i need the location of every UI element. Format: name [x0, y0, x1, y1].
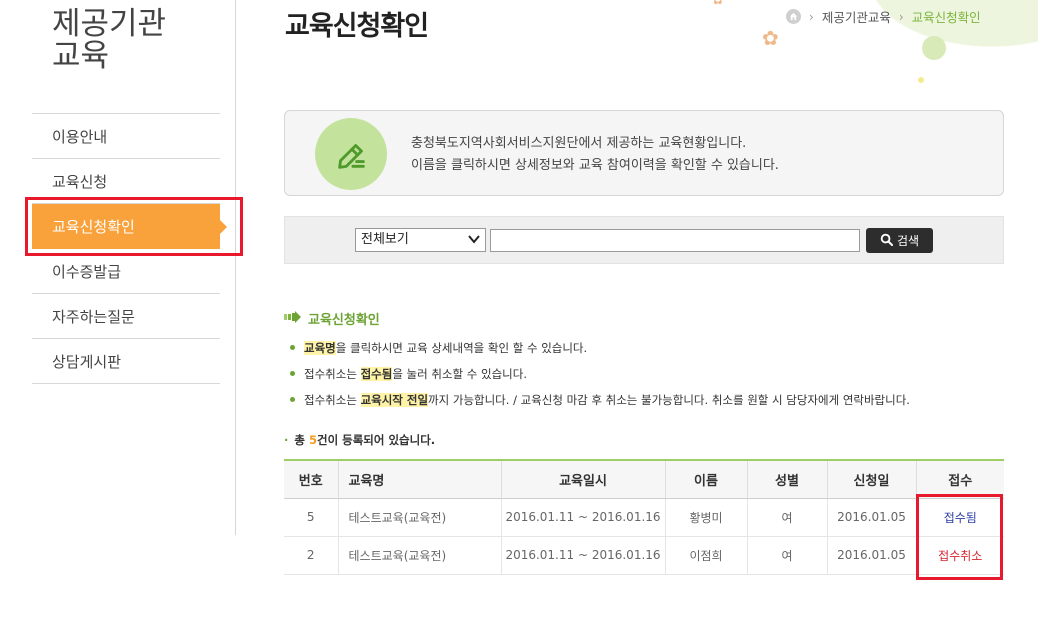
- column-header: 번호: [284, 459, 339, 499]
- sidebar-item-certificate[interactable]: 이수증발급: [32, 249, 220, 294]
- cell-person-name[interactable]: 이점희: [665, 536, 748, 575]
- cell-course-name[interactable]: 테스트교육(교육전): [338, 498, 502, 537]
- home-icon[interactable]: [786, 9, 801, 24]
- list-item: 접수취소는 교육시작 전일까지 가능합니다. / 교육신청 마감 후 취소는 불…: [290, 390, 910, 416]
- total-count: · 총 5건이 등록되어 있습니다.: [284, 432, 435, 448]
- cell-applied-date: 2016.01.05: [827, 498, 917, 537]
- flower-icon: ✿: [762, 26, 779, 50]
- sidebar-divider: [235, 0, 236, 535]
- cell-period: 2016.01.11 ~ 2016.01.16: [501, 536, 666, 575]
- note-highlight: 교육시작 전일: [360, 393, 429, 407]
- note-text: 접수취소는: [304, 393, 361, 407]
- cell-applied-date: 2016.01.05: [827, 536, 917, 575]
- note-highlight: 접수됨: [360, 367, 393, 381]
- search-input[interactable]: [490, 229, 860, 252]
- decoration-dot: [918, 77, 924, 83]
- total-prefix: 총: [294, 433, 309, 447]
- status-received-link[interactable]: 접수됨: [944, 511, 977, 525]
- table-header-row: 번호 교육명 교육일시 이름 성별 신청일 접수: [284, 459, 1004, 499]
- breadcrumb-item[interactable]: 제공기관교육: [822, 7, 891, 26]
- breadcrumb-current: 교육신청확인: [911, 10, 981, 25]
- info-box: 충청북도지역사회서비스지원단에서 제공하는 교육현황입니다. 이름을 클릭하시면…: [284, 110, 1004, 196]
- info-text: 충청북도지역사회서비스지원단에서 제공하는 교육현황입니다. 이름을 클릭하시면…: [411, 133, 779, 177]
- search-category-select[interactable]: 전체보기: [355, 228, 486, 252]
- section-title: 교육신청확인: [284, 309, 380, 328]
- cell-number: 2: [284, 536, 339, 575]
- status-cancelled-link[interactable]: 접수취소: [938, 549, 982, 563]
- page-title: 교육신청확인: [285, 11, 429, 42]
- column-header: 접수: [916, 459, 1004, 499]
- cell-number: 5: [284, 498, 339, 537]
- cell-status: 접수취소: [916, 536, 1004, 575]
- breadcrumb-separator: ›: [898, 9, 904, 24]
- column-header: 성별: [747, 459, 828, 499]
- cell-person-name[interactable]: 황병미: [665, 498, 748, 537]
- sidebar-menu: 이용안내 교육신청 교육신청확인 이수증발급 자주하는질문 상담게시판: [32, 113, 227, 384]
- column-header: 신청일: [827, 459, 917, 499]
- cell-gender: 여: [747, 536, 828, 575]
- search-bar: 전체보기 검색: [284, 216, 1004, 264]
- sidebar-title: 제공기관 교육: [52, 8, 166, 72]
- cell-course-name[interactable]: 테스트교육(교육전): [338, 536, 502, 575]
- note-text: 을 클릭하시면 교육 상세내역을 확인 할 수 있습니다.: [335, 341, 588, 355]
- application-table: 번호 교육명 교육일시 이름 성별 신청일 접수 5 테스트교육(교육전) 20…: [284, 459, 1004, 575]
- list-item: 교육명을 클릭하시면 교육 상세내역을 확인 할 수 있습니다.: [290, 338, 910, 364]
- sidebar-item-apply-check[interactable]: 교육신청확인: [32, 204, 227, 249]
- info-line-2: 이름을 클릭하시면 상세정보와 교육 참여이력을 확인할 수 있습니다.: [411, 158, 779, 173]
- cell-gender: 여: [747, 498, 828, 537]
- note-text: 까지 가능합니다. / 교육신청 마감 후 취소는 불가능합니다. 취소를 원할…: [428, 393, 910, 407]
- breadcrumb: › 제공기관교육 › 교육신청확인: [786, 7, 981, 26]
- total-number: 5: [308, 433, 317, 447]
- total-suffix: 건이 등록되어 있습니다.: [316, 433, 436, 447]
- table-row: 2 테스트교육(교육전) 2016.01.11 ~ 2016.01.16 이점희…: [284, 536, 1004, 575]
- sidebar-item-faq[interactable]: 자주하는질문: [32, 294, 220, 339]
- info-line-1: 충청북도지역사회서비스지원단에서 제공하는 교육현황입니다.: [411, 136, 747, 151]
- sidebar-item-consult-board[interactable]: 상담게시판: [32, 339, 220, 384]
- decoration-circle: [922, 36, 946, 60]
- note-text: 접수취소는: [304, 367, 361, 381]
- list-item: 접수취소는 접수됨을 눌러 취소할 수 있습니다.: [290, 364, 910, 390]
- section-title-text: 교육신청확인: [308, 313, 380, 328]
- notice-list: 교육명을 클릭하시면 교육 상세내역을 확인 할 수 있습니다. 접수취소는 접…: [290, 338, 910, 416]
- pencil-icon: [315, 118, 387, 190]
- sidebar-title-line1: 제공기관: [52, 6, 167, 42]
- search-category-value: 전체보기: [361, 232, 409, 247]
- chevron-down-icon: [467, 232, 481, 254]
- sidebar-title-line2: 교육: [52, 38, 110, 74]
- search-button-label: 검색: [896, 234, 920, 248]
- breadcrumb-separator: ›: [809, 9, 814, 24]
- column-header: 이름: [665, 459, 748, 499]
- flower-icon: ✿: [712, 0, 724, 8]
- sidebar-item-apply[interactable]: 교육신청: [32, 159, 220, 204]
- note-text: 을 눌러 취소할 수 있습니다.: [392, 367, 527, 381]
- table-row: 5 테스트교육(교육전) 2016.01.11 ~ 2016.01.16 황병미…: [284, 498, 1004, 537]
- column-header: 교육명: [338, 459, 502, 499]
- sidebar-item-guide[interactable]: 이용안내: [32, 114, 220, 159]
- column-header: 교육일시: [501, 459, 666, 499]
- note-highlight: 교육명: [304, 341, 336, 355]
- bullet-icon: ·: [284, 433, 289, 447]
- search-button[interactable]: 검색: [866, 228, 933, 253]
- search-icon: [880, 233, 894, 249]
- arrow-right-icon: [284, 310, 302, 327]
- cell-status: 접수됨: [916, 498, 1004, 537]
- cell-period: 2016.01.11 ~ 2016.01.16: [501, 498, 666, 537]
